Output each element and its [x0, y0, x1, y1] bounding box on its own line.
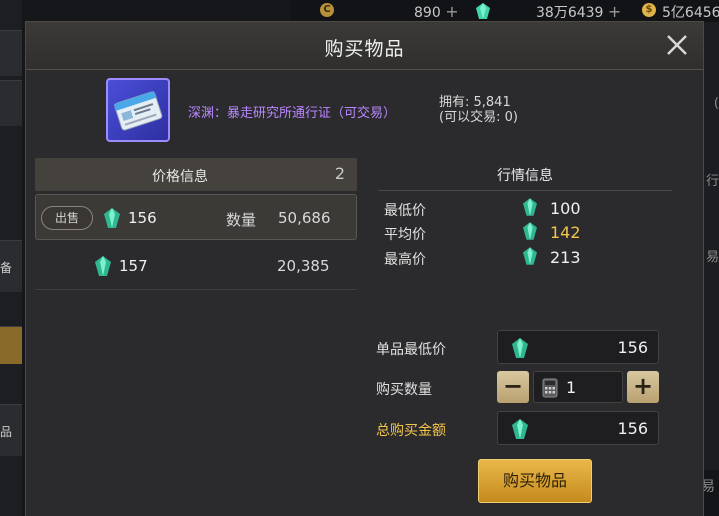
coin-amount: 890	[414, 5, 441, 21]
increase-quantity-button[interactable]: +	[627, 371, 659, 403]
background-tab	[0, 80, 22, 126]
market-info-title: 行情信息	[497, 168, 553, 184]
listing-quantity: 20,385	[277, 257, 330, 275]
listing-price: 157	[119, 257, 148, 275]
price-info-header: 价格信息 2	[35, 158, 357, 191]
avg-price-label: 平均价	[384, 227, 426, 243]
item-name: 深渊：暴走研究所通行证（可交易）	[188, 106, 397, 121]
background-tab	[0, 30, 22, 76]
listing-price: 156	[128, 209, 157, 227]
max-price-label: 最高价	[384, 252, 426, 268]
currency-value: 38万6439 +	[536, 2, 621, 22]
background-tab-active	[0, 326, 22, 364]
close-button[interactable]	[664, 32, 690, 58]
currency-bar: C 890 + 38万6439 + $ 5亿6456	[290, 0, 719, 22]
gem-icon	[512, 419, 528, 439]
min-price-value: 100	[550, 199, 581, 218]
item-icon-frame	[106, 78, 170, 142]
background-text-fragment: 行	[705, 174, 719, 189]
quantity-label: 数量	[226, 211, 257, 229]
gem-amount: 38万6439	[536, 5, 604, 21]
listing-row[interactable]: 157 20,385	[35, 244, 357, 290]
dialog-header: 购买物品	[26, 22, 703, 70]
dialog-title: 购买物品	[324, 38, 405, 60]
gold-icon: $	[642, 3, 656, 17]
background-text-fragment: 易	[705, 250, 719, 265]
max-price-value: 213	[550, 248, 581, 267]
decrease-quantity-button[interactable]: −	[497, 371, 529, 403]
avg-price-value: 142	[550, 223, 581, 242]
tradable-count: (可以交易: 0)	[439, 110, 518, 125]
background-left-panel: 备 品	[0, 0, 22, 516]
purchase-dialog: 购买物品 深渊：暴走研究所通行证（可交易） 拥有: 5,841 (可以交易: 0…	[25, 21, 704, 516]
quantity-label: 购买数量	[376, 382, 432, 398]
quantity-input[interactable]	[566, 376, 616, 398]
total-price-label: 总购买金额	[376, 423, 446, 439]
unit-price-field: 156	[497, 330, 659, 364]
listing-row-selected[interactable]: 出售 156 数量 50,686	[35, 194, 357, 240]
coin-icon: C	[320, 3, 334, 17]
quantity-field	[533, 371, 623, 403]
add-gem-button[interactable]: +	[608, 2, 621, 21]
item-ownership: 拥有: 5,841 (可以交易: 0)	[439, 95, 518, 125]
gem-icon	[95, 256, 111, 276]
close-icon	[667, 35, 687, 55]
gem-icon	[523, 247, 537, 265]
currency-value: 5亿6456	[662, 5, 719, 21]
buy-button[interactable]: 购买物品	[478, 459, 592, 503]
divider	[378, 190, 672, 191]
gem-icon	[512, 338, 528, 358]
sell-badge[interactable]: 出售	[41, 206, 93, 230]
currency-value: 890 +	[414, 2, 459, 21]
total-price-value: 156	[617, 419, 648, 438]
background-tab: 品	[0, 404, 22, 456]
owned-count: 拥有: 5,841	[439, 95, 511, 110]
calculator-icon[interactable]	[542, 378, 558, 398]
add-coin-button[interactable]: +	[445, 2, 458, 21]
gem-icon	[523, 222, 537, 240]
price-info-title: 价格信息	[152, 169, 208, 185]
unit-price-label: 单品最低价	[376, 342, 446, 358]
listing-count: 2	[334, 164, 345, 183]
listing-quantity: 50,686	[278, 209, 331, 227]
total-price-field: 156	[497, 411, 659, 445]
background-tab: 备	[0, 240, 22, 292]
pass-card-icon	[114, 91, 163, 131]
background-tab-label: 备	[0, 261, 13, 275]
min-price-label: 最低价	[384, 203, 426, 219]
background-text-fragment: (	[713, 96, 719, 111]
background-tab-label: 品	[0, 425, 13, 439]
gem-icon	[523, 198, 537, 216]
gem-icon	[476, 3, 490, 19]
gem-icon	[104, 208, 120, 228]
unit-price-value: 156	[617, 338, 648, 357]
